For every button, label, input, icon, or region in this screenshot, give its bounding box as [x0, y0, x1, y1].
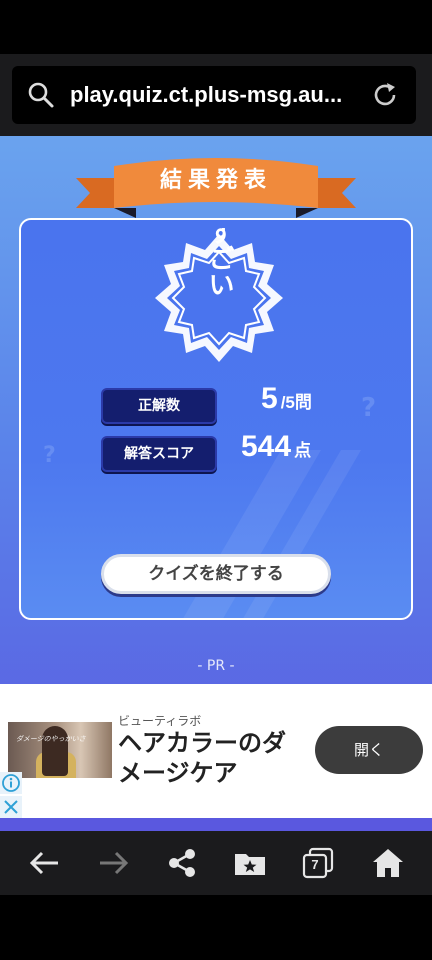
tabs-button[interactable]: 7 [300, 845, 336, 881]
quiz-result-page: 結果発表 ? ? すごい 正解数 5/5問 解答スコア 544 点 クイズを終了… [0, 136, 432, 831]
ad-sponsor[interactable]: ビューティラボ [118, 712, 201, 729]
status-bar [0, 0, 432, 54]
score-label: 解答スコア [101, 436, 217, 472]
address-bar[interactable]: play.quiz.ct.plus-msg.au... [12, 66, 416, 124]
back-arrow-icon[interactable] [26, 845, 62, 881]
home-icon[interactable] [370, 845, 406, 881]
great-badge: すごい [155, 228, 283, 362]
end-quiz-button[interactable]: クイズを終了する [101, 554, 331, 594]
tab-count: 7 [311, 857, 319, 872]
reload-icon[interactable] [370, 80, 400, 110]
score-number: 544 [241, 430, 292, 463]
correct-count-row: 正解数 5/5問 [101, 382, 361, 424]
svg-text:?: ? [361, 393, 376, 423]
ad-banner[interactable]: ダメージのやっかいさ ビューティラボ ヘアカラーのダメージケア 開く [0, 684, 432, 818]
badge-label: すごい [204, 228, 234, 297]
result-title: 結果発表 [159, 168, 272, 193]
pr-label: - PR - [197, 658, 235, 674]
result-card: ? ? すごい 正解数 5/5問 解答スコア 544 点 クイズを終了する [19, 218, 413, 620]
ad-info-icon[interactable] [0, 772, 22, 794]
page-bottom-strip [0, 818, 432, 831]
correct-count-value: 5/5問 [261, 382, 312, 416]
forward-arrow-icon[interactable] [96, 845, 132, 881]
ad-open-button[interactable]: 開く [315, 726, 423, 774]
url-text: play.quiz.ct.plus-msg.au... [70, 82, 343, 107]
score-row: 解答スコア 544 点 [101, 430, 361, 472]
system-navigation-bar [0, 895, 432, 960]
ad-image-text: ダメージのやっかいさ [16, 735, 86, 743]
share-icon[interactable] [164, 845, 200, 881]
ad-image[interactable]: ダメージのやっかいさ [8, 722, 112, 778]
correct-count-total: /5問 [280, 393, 312, 412]
browser-toolbar: 7 [0, 831, 432, 895]
browser-address-area: play.quiz.ct.plus-msg.au... [0, 54, 432, 136]
ad-headline[interactable]: ヘアカラーのダメージケア [118, 728, 308, 788]
bookmarks-folder-icon[interactable] [232, 845, 268, 881]
correct-count-number: 5 [261, 382, 278, 415]
score-value: 544 点 [241, 430, 311, 464]
search-icon [28, 82, 54, 108]
correct-count-label: 正解数 [101, 388, 217, 424]
score-unit: 点 [294, 441, 312, 460]
ad-close-icon[interactable] [0, 796, 22, 818]
svg-text:?: ? [43, 443, 56, 468]
